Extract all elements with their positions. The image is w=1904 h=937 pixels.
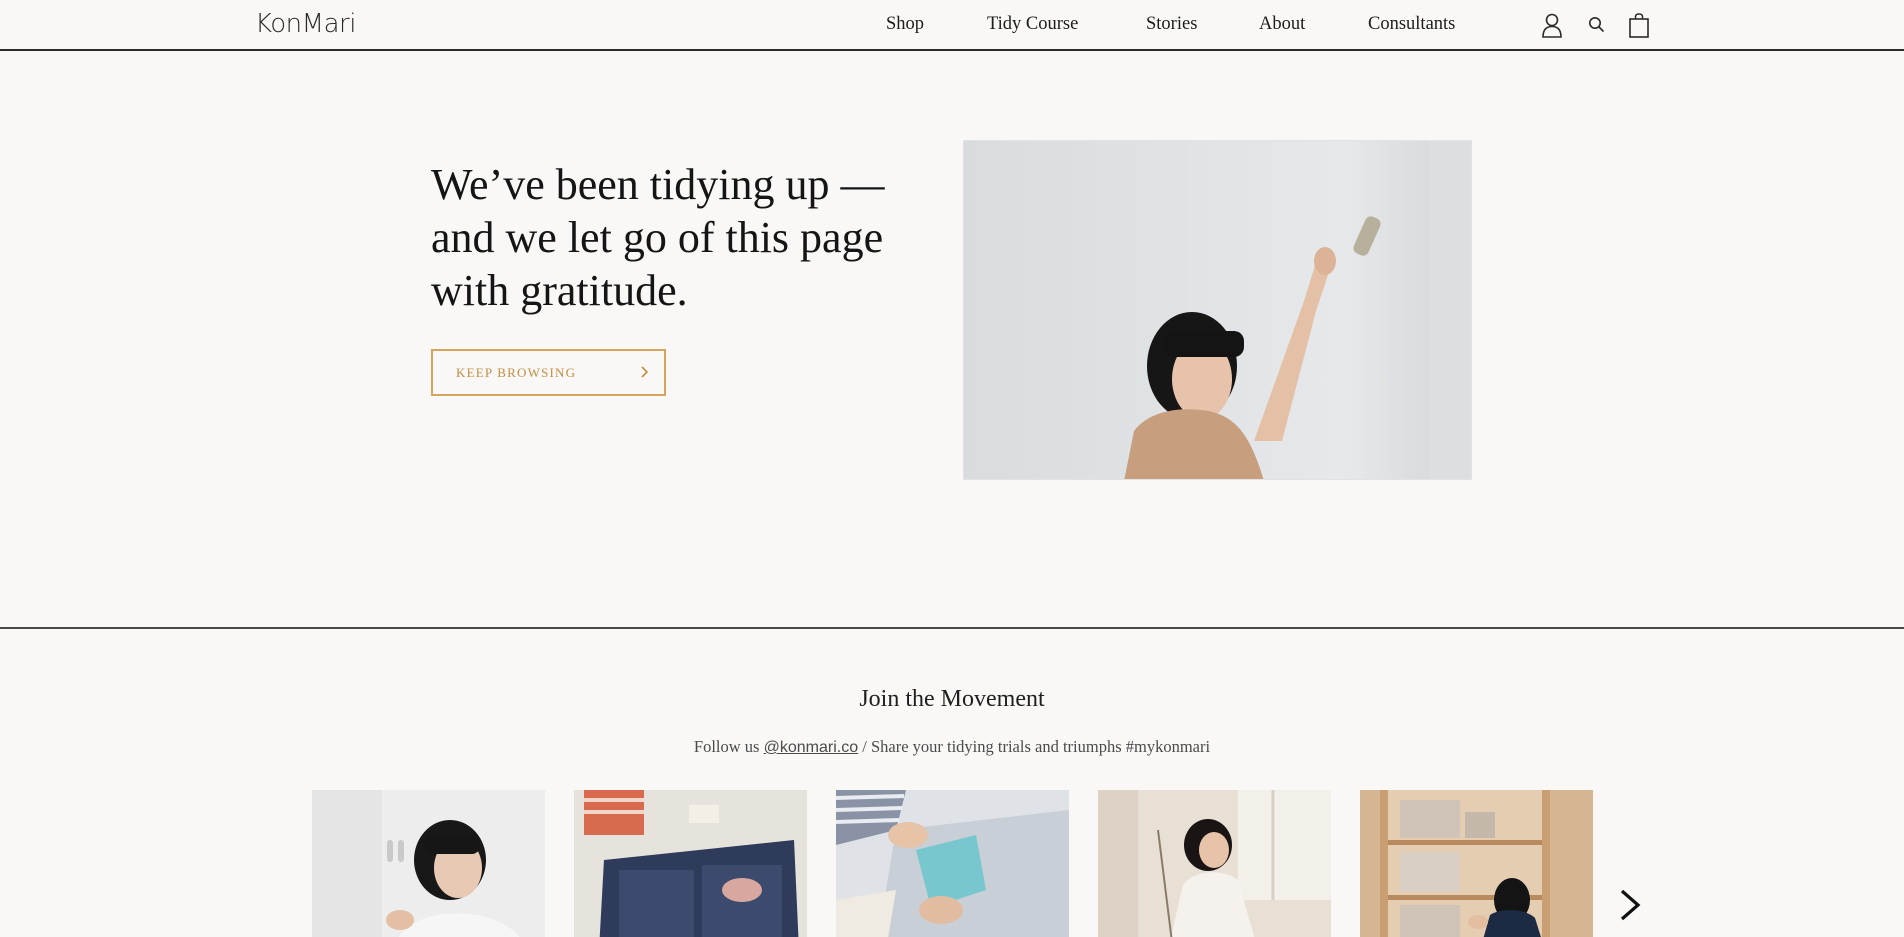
site-header: KonMari Shop Tidy Course Stories About C… (0, 0, 1904, 51)
join-subtitle: Follow us @konmari.co / Share your tidyi… (0, 737, 1904, 757)
photo-woman-jar (312, 790, 545, 937)
account-icon[interactable] (1541, 13, 1563, 38)
nav-shop[interactable]: Shop (886, 14, 924, 35)
hero-title: We’ve been tidying up — and we let go of… (431, 160, 885, 315)
instagram-photo[interactable] (1098, 790, 1331, 937)
carousel-next-arrow-icon[interactable] (1614, 885, 1644, 925)
join-sub-suffix: / Share your tidying trials and triumphs… (858, 737, 1211, 756)
join-title: Join the Movement (859, 686, 1045, 712)
cart-icon[interactable] (1629, 13, 1649, 38)
photo-shelves (1360, 790, 1593, 937)
keep-browsing-label: KEEP BROWSING (456, 364, 577, 380)
photo-woman-robe (1098, 790, 1331, 937)
hero-image (963, 140, 1472, 480)
instagram-photo[interactable] (312, 790, 545, 937)
nav-stories[interactable]: Stories (1146, 14, 1197, 35)
nav-tidy-course[interactable]: Tidy Course (987, 14, 1078, 35)
instagram-photo[interactable] (574, 790, 807, 937)
instagram-photo[interactable] (836, 790, 1069, 937)
instagram-handle-link[interactable]: @konmari.co (764, 739, 859, 756)
instagram-photo[interactable] (1360, 790, 1593, 937)
join-sub-prefix: Follow us (693, 737, 764, 756)
keep-browsing-button[interactable]: KEEP BROWSING (431, 349, 666, 396)
nav-about[interactable]: About (1259, 14, 1305, 35)
hero-photo (964, 141, 1471, 479)
nav-consultants[interactable]: Consultants (1368, 14, 1455, 35)
section-divider (0, 627, 1904, 629)
konmari-logo[interactable]: KonMari (255, 9, 356, 39)
search-icon[interactable] (1588, 16, 1605, 33)
photo-suitcase (574, 790, 807, 937)
chevron-right-icon (641, 366, 649, 378)
photo-folding-cloth (836, 790, 1069, 937)
